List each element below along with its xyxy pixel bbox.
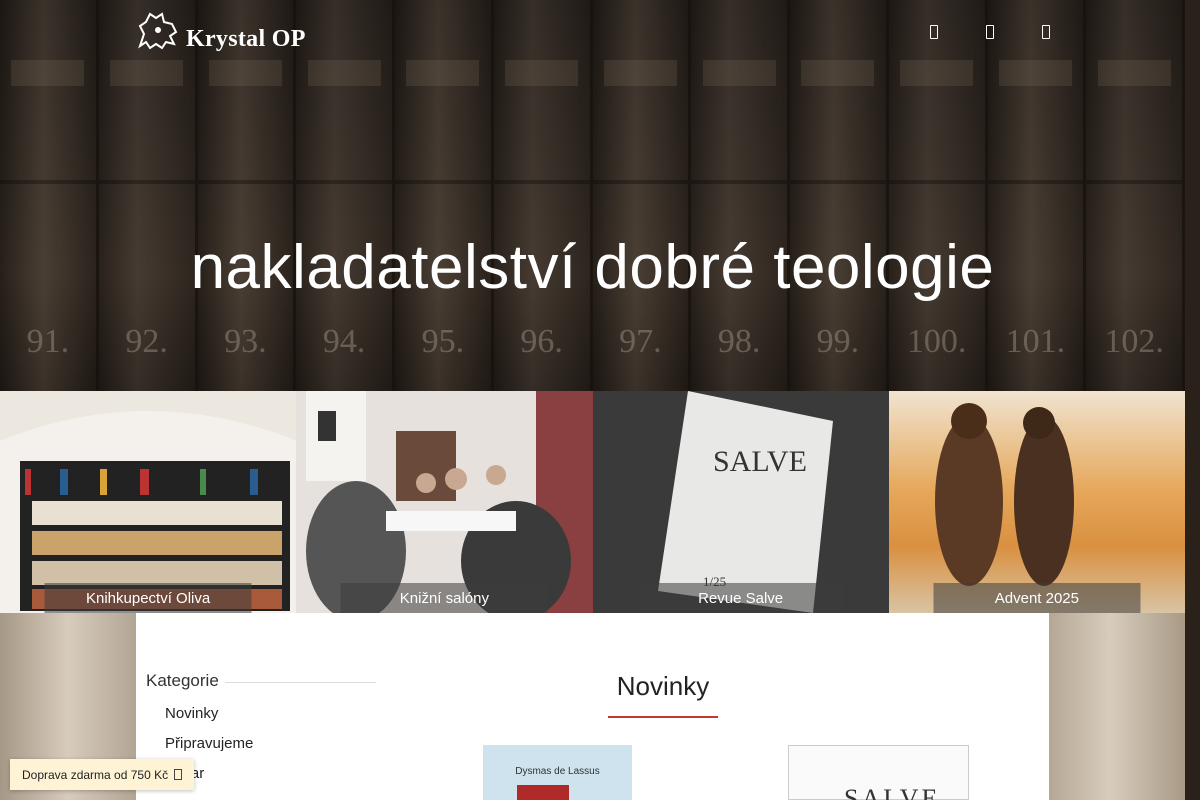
feature-tiles: Knihkupectví Oliva Knižní salóny SALVE 1… (0, 391, 1185, 613)
hero-banner: 91. 92. 93. 94. 95. 96. 97. 98. 99. 100. 101. 102. … (0, 0, 1185, 391)
salve-magazine-image: SALVE 1/25 (592, 391, 889, 613)
svg-text:SALVE: SALVE (713, 445, 807, 478)
novinky-section-header: Novinky (608, 671, 718, 718)
cart-icon[interactable] (1037, 22, 1055, 42)
site-logo[interactable]: Krystal OP (134, 10, 306, 52)
book-cover-text: SALVE (844, 784, 941, 800)
tile-caption: Advent 2025 (933, 583, 1141, 613)
free-shipping-notice[interactable]: Doprava zdarma od 750 Kč (10, 759, 195, 790)
category-item-pripravujeme[interactable]: Připravujeme (165, 735, 376, 765)
tile-caption: Knižní salóny (340, 583, 548, 613)
logo-text: Krystal OP (186, 26, 306, 52)
hero-title: nakladatelství dobré teologie (190, 233, 995, 302)
tile-knizni-salony[interactable]: Knižní salóny (296, 391, 593, 613)
book-cover[interactable]: Dysmas de Lassus (483, 745, 632, 800)
tile-caption: Revue Salve (637, 583, 845, 613)
book-title-block (517, 785, 569, 800)
section-underline (608, 716, 718, 718)
category-item-novinky[interactable]: Novinky (165, 705, 376, 735)
user-icon[interactable] (925, 22, 943, 42)
section-title: Novinky (616, 671, 710, 701)
close-icon[interactable] (174, 769, 183, 780)
lion-logo-icon (138, 12, 178, 50)
tile-caption: Knihkupectví Oliva (44, 583, 252, 613)
book-author: Dysmas de Lassus (515, 766, 600, 777)
hero-overlay (0, 0, 1185, 391)
salon-photo (296, 391, 593, 613)
tile-knihkupectvi-oliva[interactable]: Knihkupectví Oliva (0, 391, 297, 613)
tile-revue-salve[interactable]: SALVE 1/25 Revue Salve (592, 391, 889, 613)
tile-advent-2025[interactable]: Advent 2025 (888, 391, 1185, 613)
header-icons (925, 22, 1055, 42)
background-right-decor (1049, 613, 1185, 800)
category-heading: Kategorie (146, 671, 219, 690)
content-panel: Kategorie Novinky Připravujeme Bazar Nov… (136, 613, 1049, 800)
category-item-bazar[interactable]: Bazar (165, 765, 376, 795)
advent-painting (934, 403, 1074, 586)
category-divider (224, 681, 376, 683)
bookshelf-image (0, 411, 297, 613)
shipping-text: Doprava zdarma od 750 Kč (22, 767, 169, 782)
search-icon[interactable] (981, 22, 999, 42)
book-cover[interactable]: SALVE (788, 745, 969, 800)
